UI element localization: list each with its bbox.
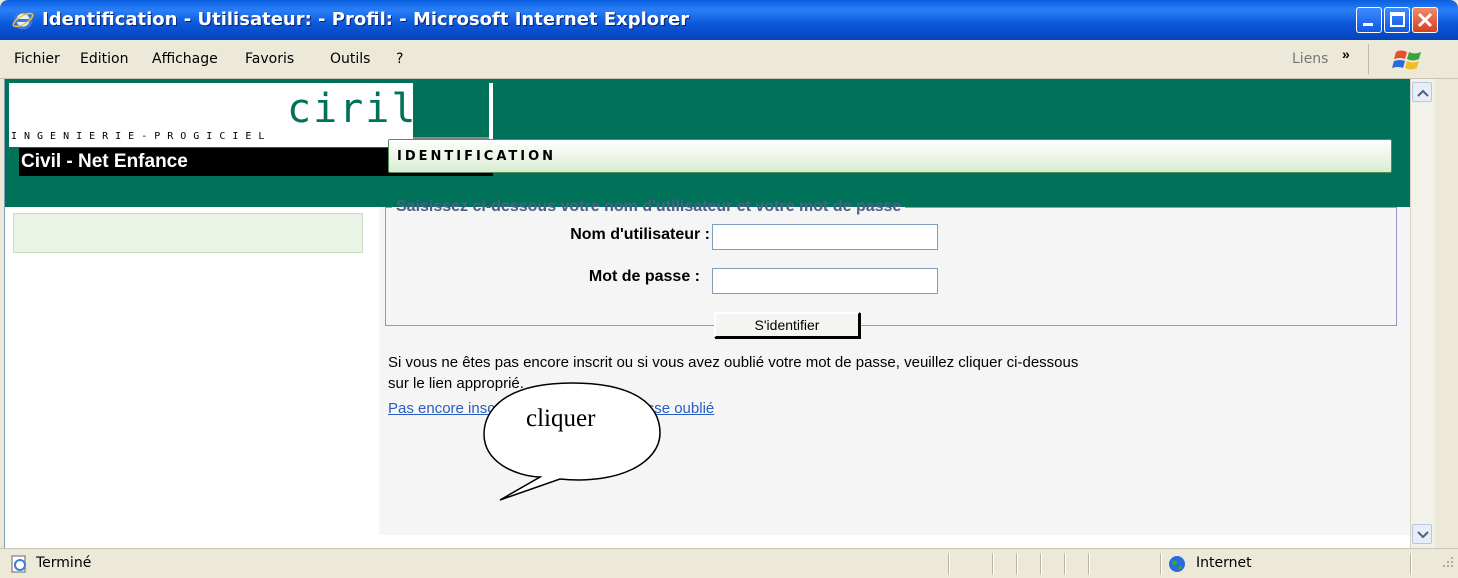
left-nav-panel (13, 213, 363, 253)
maximize-button[interactable] (1384, 7, 1410, 33)
help-text-line-2: sur le lien approprié. (388, 375, 524, 392)
close-icon (1417, 12, 1433, 28)
page-done-icon (11, 555, 26, 573)
status-pane-separator (1064, 553, 1066, 575)
window-title-bar[interactable]: Identification - Utilisateur: - Profil: … (0, 0, 1458, 40)
scroll-up-button[interactable] (1412, 82, 1432, 102)
vertical-scrollbar[interactable] (1410, 79, 1435, 548)
windows-flag-icon (1392, 50, 1421, 70)
logo-tagline: INGENIERIE-PROGICIEL (11, 131, 272, 142)
internet-explorer-icon (12, 10, 34, 30)
logo-green-square (413, 83, 489, 143)
section-title: IDENTIFICATION (397, 149, 557, 164)
toolbar-separator (1368, 44, 1369, 74)
menu-outils[interactable]: Outils (330, 51, 370, 67)
security-zone-label: Internet (1196, 555, 1252, 571)
app-name: Civil - Net Enfance (21, 151, 188, 172)
chevron-down-icon (1417, 531, 1429, 539)
callout-text: cliquer (526, 405, 596, 432)
status-pane-separator (948, 553, 950, 575)
signup-link[interactable]: Pas encore inscrit ? (388, 400, 520, 417)
status-pane-separator (1016, 553, 1018, 575)
username-label: Nom d'utilisateur : (570, 226, 710, 243)
menu-affichage[interactable]: Affichage (152, 51, 218, 67)
status-pane-separator (992, 553, 994, 575)
password-label: Mot de passe : (588, 268, 700, 285)
minimize-icon (1363, 23, 1373, 26)
status-pane-separator (1410, 553, 1412, 575)
chevron-right-icon[interactable]: » (1342, 46, 1350, 62)
menu-edition[interactable]: Edition (80, 51, 128, 67)
help-text-line-1: Si vous ne êtes pas encore inscrit ou si… (388, 354, 1079, 371)
menu-help[interactable]: ? (396, 51, 403, 67)
links-toolbar-label[interactable]: Liens (1292, 51, 1328, 67)
help-text: Si vous ne êtes pas encore inscrit ou si… (388, 352, 1398, 394)
resize-grip-icon[interactable] (1436, 552, 1456, 574)
chevron-up-icon (1417, 89, 1429, 97)
forgot-password-link[interactable]: Mot de passe oublié (580, 400, 714, 417)
login-legend: Saisissez ci-dessous votre nom d'utilisa… (396, 198, 902, 215)
status-bar: Terminé Internet (0, 548, 1458, 578)
section-header: IDENTIFICATION (388, 139, 1392, 173)
login-button[interactable]: S'identifier (714, 312, 860, 338)
status-pane-separator (1040, 553, 1042, 575)
minimize-button[interactable] (1356, 7, 1382, 33)
internet-zone-icon (1169, 556, 1185, 572)
logo-word: ciril (287, 86, 418, 132)
status-text: Terminé (36, 555, 92, 571)
maximize-icon (1390, 12, 1405, 27)
close-button[interactable] (1412, 7, 1438, 33)
status-pane-separator (1088, 553, 1090, 575)
menu-fichier[interactable]: Fichier (14, 51, 60, 67)
menu-favoris[interactable]: Favoris (245, 51, 294, 67)
menu-bar: Fichier Edition Affichage Favoris Outils… (0, 40, 1458, 79)
username-input[interactable] (712, 224, 938, 250)
status-pane-separator (1160, 553, 1162, 575)
login-fieldset: Saisissez ci-dessous votre nom d'utilisa… (385, 198, 1397, 326)
password-input[interactable] (712, 268, 938, 294)
window-title: Identification - Utilisateur: - Profil: … (42, 9, 690, 30)
scroll-down-button[interactable] (1412, 524, 1432, 544)
